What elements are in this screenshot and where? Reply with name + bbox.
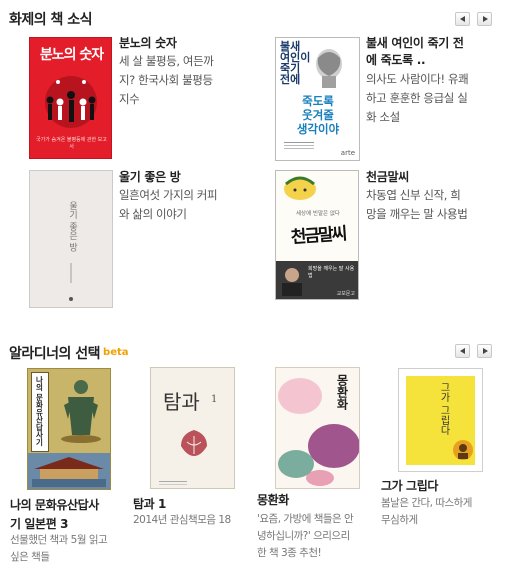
desc-line: 의사도 사람이다! 유쾌 <box>366 72 469 86</box>
cover-title-line: 전에 <box>280 73 301 86</box>
book-title-crying-room[interactable]: 울기 좋은 방 <box>119 169 181 186</box>
cover-yellow-panel: 그가 그립다 <box>406 376 475 465</box>
cover-title: 불새 여인이 죽기 전에 <box>280 41 310 85</box>
section1-next-button[interactable] <box>477 12 492 26</box>
desc-line: 와 삶의 이야기 <box>119 207 187 221</box>
cover-band-text: 희망을 깨우는 말 사용법 <box>308 266 355 279</box>
book-desc-i-miss-him: 봄날은 간다, 따스하게 무심하게 <box>381 495 506 529</box>
cover-flower-illustration <box>181 430 207 456</box>
cover-small-text <box>159 481 187 482</box>
book-desc-crying-room: 일흔여섯 가지의 커피 와 삶의 이야기 <box>119 186 264 224</box>
desc-line: 싶은 책들 <box>10 551 50 563</box>
desc-line: '요즘, 가방에 책들은 안 <box>257 513 354 525</box>
book-desc-cultural-heritage: 선물했던 책과 5월 읽고 싶은 책들 <box>10 532 135 566</box>
desc-line: 세 살 불평등, 여든까 <box>119 54 214 68</box>
cover-subtitle-line: 생각이야 <box>296 122 340 136</box>
book-cover-mong-hwan-hwa[interactable]: 몽환화 <box>275 367 360 489</box>
desc-line: 지수 <box>119 92 140 106</box>
desc-line: 녕하십니까?' 으리으리 <box>257 530 350 542</box>
cover-subtitle-line: 죽도록 <box>302 94 334 108</box>
book-title-cultural-heritage[interactable]: 나의 문화유산답사 기 일본편 3 <box>10 496 130 534</box>
book-cover-anger-numbers[interactable]: 분노의 숫자 국가가 숨겨온 불평등에 관한 보고서 <box>29 37 112 159</box>
desc-line: 봄날은 간다, 따스하게 <box>381 497 472 509</box>
book-cover-cultural-heritage[interactable]: 나의 문화유산답사기 <box>27 368 111 490</box>
book-cover-firebird-woman[interactable]: 불새 여인이 죽기 전에 죽도록 웃겨줄 생각이야 arte <box>275 37 360 161</box>
book-cover-golden-words[interactable]: 세상에 빈말은 없다 천금말씨 희망을 깨우는 말 사용법 교보문고 <box>275 170 359 300</box>
cover-title: 나의 문화유산답사기 <box>35 376 44 447</box>
cover-volume: 1 <box>211 394 218 405</box>
desc-line: 무심하게 <box>381 514 418 526</box>
cover-line <box>70 263 72 283</box>
desc-line: 지? 한국사회 불평등 <box>119 73 213 87</box>
book-title-firebird-woman[interactable]: 불새 여인이 죽기 전 에 죽도록 .. <box>366 35 511 69</box>
cover-title-plate: 나의 문화유산답사기 <box>31 372 49 452</box>
cover-subtitle-line: 웃겨줄 <box>302 108 334 122</box>
desc-line: 망을 깨우는 말 사용법 <box>366 207 468 221</box>
cover-title: 그가 그립다 <box>438 382 449 436</box>
cover-title: 몽환화 <box>335 374 349 410</box>
book-desc-golden-words: 차동엽 신부 신작, 희 망을 깨우는 말 사용법 <box>366 186 511 224</box>
book-cover-i-miss-him[interactable]: 그가 그립다 <box>398 368 483 472</box>
book-title-mong-hwan-hwa[interactable]: 몽환화 <box>257 491 289 510</box>
desc-line: 화 소설 <box>366 110 400 124</box>
cover-bottom-band: 희망을 깨우는 말 사용법 교보문고 <box>276 261 358 299</box>
desc-line: 선물했던 책과 5월 읽고 <box>10 534 108 546</box>
book-title-i-miss-him[interactable]: 그가 그립다 <box>381 477 438 496</box>
section2-next-button[interactable] <box>477 344 492 358</box>
section-title-topic-news: 화제의 책 소식 <box>9 12 93 28</box>
cover-statue-illustration <box>61 380 101 443</box>
cover-small-text <box>284 142 314 143</box>
section2-prev-button[interactable] <box>455 344 470 358</box>
cover-portrait-icon <box>453 440 473 460</box>
desc-line: 2014년 관심책모음 18 <box>133 514 231 526</box>
title-line: 에 죽도록 .. <box>366 53 426 67</box>
book-cover-crying-room[interactable]: 울기 좋은 방 <box>29 170 113 308</box>
cover-dot <box>69 297 73 301</box>
cover-temple-illustration <box>32 457 106 487</box>
title-line: 나의 문화유산답사 <box>10 498 99 512</box>
title-line: 불새 여인이 죽기 전 <box>366 36 464 50</box>
cover-footer: 국가가 숨겨온 불평등에 관한 보고서 <box>36 137 107 150</box>
book-desc-anger-numbers: 세 살 불평등, 여든까 지? 한국사회 불평등 지수 <box>119 52 264 109</box>
cover-title: 울기 좋은 방 <box>67 201 77 252</box>
cover-figures-illustration <box>45 76 97 128</box>
cover-title: 탐과 <box>163 390 200 414</box>
cover-publisher: 교보문고 <box>336 291 355 297</box>
desc-line: 한 책 3종 추천! <box>257 547 322 559</box>
book-title-golden-words[interactable]: 천금말씨 <box>366 169 409 186</box>
desc-line: 일흔여섯 가지의 커피 <box>119 188 218 202</box>
cover-subtitle: 죽도록 웃겨줄 생각이야 <box>278 94 358 136</box>
cover-publisher: arte <box>340 149 355 157</box>
section-title-text: 알라디너의 선택 <box>9 346 101 362</box>
cover-calligraphy: 천금말씨 <box>290 224 347 248</box>
book-cover-tam-gwa[interactable]: 탐과 1 <box>150 367 235 489</box>
cover-portrait-illustration <box>316 49 342 88</box>
section-title-aladdiner-choice: 알라디너의 선택 beta <box>9 343 129 363</box>
cover-title: 분노의 숫자 <box>39 47 104 63</box>
book-title-anger-numbers[interactable]: 분노의 숫자 <box>119 35 177 52</box>
cover-tagline: 세상에 빈말은 없다 <box>296 211 340 217</box>
cover-illustration <box>284 176 316 200</box>
beta-badge: beta <box>103 347 129 358</box>
cover-author-photo <box>282 268 302 296</box>
cover-temple-band <box>28 453 110 489</box>
book-desc-firebird-woman: 의사도 사람이다! 유쾌 하고 훈훈한 응급실 실 화 소설 <box>366 70 511 127</box>
desc-line: 차동엽 신부 신작, 희 <box>366 188 461 202</box>
section1-prev-button[interactable] <box>455 12 470 26</box>
desc-line: 하고 훈훈한 응급실 실 <box>366 91 468 105</box>
book-desc-mong-hwan-hwa: '요즘, 가방에 책들은 안 녕하십니까?' 으리으리 한 책 3종 추천! <box>257 511 382 562</box>
book-desc-tam-gwa: 2014년 관심책모음 18 <box>133 512 263 529</box>
